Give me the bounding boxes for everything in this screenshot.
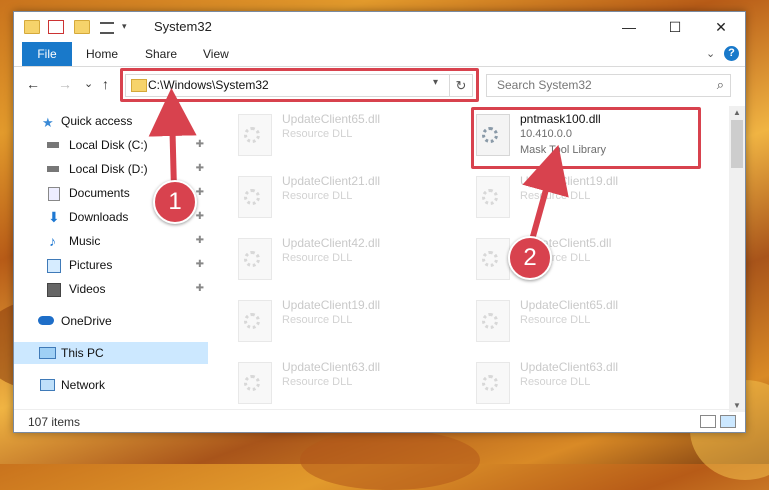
arrow-to-file xyxy=(522,144,569,241)
arrow-to-address-bar xyxy=(148,88,197,191)
annotation-arrows xyxy=(148,88,569,241)
step-1-badge: 1 xyxy=(153,180,197,224)
step-2-badge: 2 xyxy=(508,236,552,280)
